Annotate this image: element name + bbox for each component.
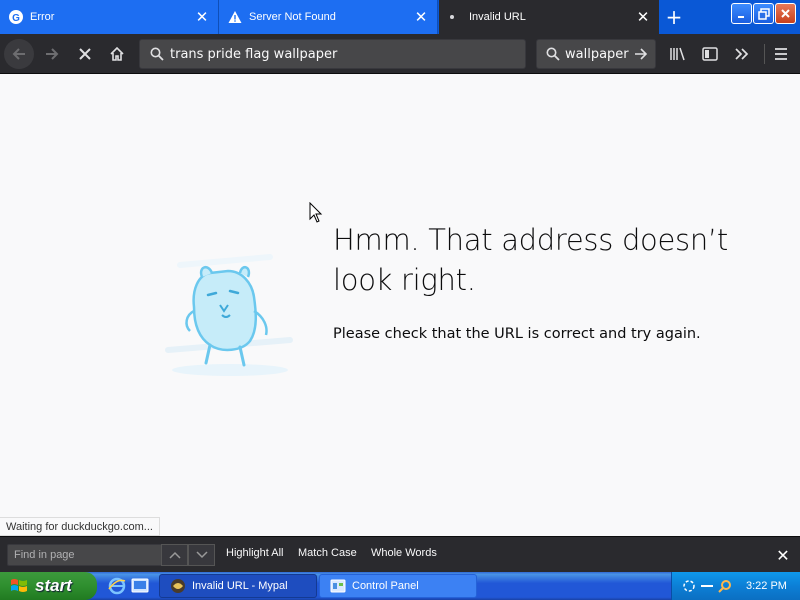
search-icon [144,47,170,61]
chevron-down-icon [195,551,208,559]
search-bar[interactable]: wallpaper [536,39,656,69]
search-icon [541,47,565,61]
error-title: Hmm. That address doesn’t look right. [333,223,728,297]
navigation-toolbar: trans pride flag wallpaper wallpaper [0,34,800,74]
home-button[interactable] [102,39,132,69]
error-illustration [150,245,310,390]
tab-server-not-found[interactable]: Server Not Found ✕ [219,0,438,34]
search-tray-icon[interactable] [718,579,732,593]
double-chevron-icon [735,48,749,60]
hamburger-icon [775,48,787,60]
find-bar: Find in page Highlight All Match Case Wh… [0,536,800,572]
stop-button[interactable] [70,39,100,69]
clock[interactable]: 3:22 PM [746,580,787,592]
restore-button[interactable] [753,3,774,24]
stop-icon [79,48,91,60]
close-tab-icon[interactable]: ✕ [192,7,212,27]
mouse-pointer-icon [309,202,323,223]
dot-icon [448,10,462,24]
search-input-value[interactable]: wallpaper [565,47,629,62]
taskbar-item-mypal[interactable]: Invalid URL - Mypal [159,574,317,598]
close-tab-icon[interactable]: ✕ [633,7,653,27]
whole-words-option[interactable]: Whole Words [371,547,437,559]
svg-text:G: G [12,13,20,24]
show-desktop-icon[interactable] [131,576,149,596]
new-tab-button[interactable]: + [662,5,686,29]
close-find-bar-button[interactable]: ✕ [772,544,794,566]
status-panel: Waiting for duckduckgo.com... [0,517,160,536]
highlight-all-option[interactable]: Highlight All [226,547,283,559]
sidebar-icon [702,47,718,61]
mypal-icon [171,579,185,593]
library-button[interactable] [663,39,693,69]
status-text: Waiting for duckduckgo.com... [6,520,153,533]
back-arrow-icon [12,48,25,60]
taskbar-item-control-panel[interactable]: Control Panel [319,574,477,598]
restore-icon [757,7,770,20]
system-tray: 3:22 PM [671,572,800,600]
home-icon [110,46,124,61]
control-panel-icon [330,579,346,593]
close-icon [781,9,790,18]
desktop: G Error ✕ Server Not Found ✕ Invalid URL… [0,0,800,600]
tab-invalid-url[interactable]: Invalid URL ✕ [439,0,659,34]
tab-title: Server Not Found [249,11,336,23]
address-input-value[interactable]: trans pride flag wallpaper [170,47,337,62]
connection-icon[interactable] [700,579,714,593]
overflow-menu-button[interactable] [727,39,757,69]
taskbar: start Invalid URL - Mypal Control Panel … [0,572,800,600]
close-window-button[interactable] [775,3,796,24]
find-next-button[interactable] [188,544,215,566]
tab-title: Invalid URL [469,11,526,23]
forward-button[interactable] [37,39,67,69]
warning-icon [228,10,242,24]
page-content: Hmm. That address doesn’t look right. Pl… [0,75,800,536]
tab-error[interactable]: G Error ✕ [0,0,219,34]
network-icon[interactable] [682,579,696,593]
back-button[interactable] [4,39,34,69]
sidebar-button[interactable] [695,39,725,69]
error-description: Please check that the URL is correct and… [333,326,701,342]
windows-logo-icon [11,579,27,592]
find-in-page-input[interactable]: Find in page [7,544,162,566]
start-button[interactable]: start [0,572,97,600]
tab-title: Error [30,11,55,23]
forward-arrow-icon [46,48,59,60]
find-previous-button[interactable] [161,544,188,566]
address-bar[interactable]: trans pride flag wallpaper [139,39,526,69]
task-label: Control Panel [352,580,419,592]
google-g-icon: G [9,10,23,24]
minimize-button[interactable] [731,3,752,24]
go-arrow-icon[interactable] [633,46,649,62]
library-icon [670,47,685,61]
task-label: Invalid URL - Mypal [192,580,288,592]
internet-explorer-icon[interactable] [108,576,126,596]
minimize-icon [737,15,744,18]
close-tab-icon[interactable]: ✕ [411,7,431,27]
start-label: start [35,576,72,595]
chevron-up-icon [168,551,181,559]
match-case-option[interactable]: Match Case [298,547,357,559]
main-menu-button[interactable] [766,39,796,69]
toolbar-separator [764,44,765,64]
tab-strip: G Error ✕ Server Not Found ✕ Invalid URL… [0,0,800,34]
